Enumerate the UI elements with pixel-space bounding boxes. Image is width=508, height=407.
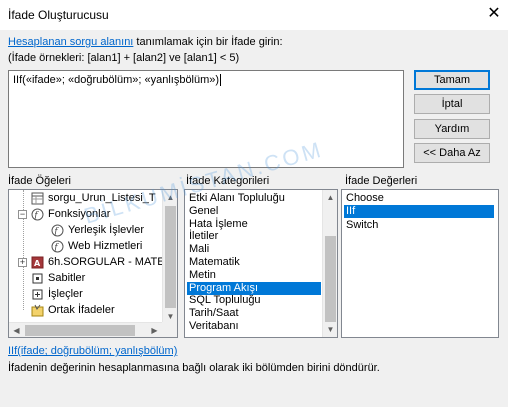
- tree-horizontal-scrollbar[interactable]: ◀ ▶: [9, 322, 162, 337]
- tree-line: [23, 190, 24, 310]
- expression-text: IIf(«ifade»; «doğrubölüm»; «yanlışbölüm»…: [13, 74, 220, 86]
- access-database-icon: A: [31, 256, 44, 269]
- operators-icon: [32, 289, 43, 300]
- expand-icon[interactable]: +: [18, 258, 27, 267]
- value-item[interactable]: Choose: [344, 192, 494, 205]
- categories-list[interactable]: Etki Alanı Topluluğu Genel Hata İşleme İlet…: [184, 189, 338, 338]
- expression-input[interactable]: IIf(«ifade»; «doğrubölüm»; «yanlışbölüm»…: [8, 70, 404, 168]
- svg-text:A: A: [34, 259, 41, 268]
- scroll-thumb[interactable]: [325, 236, 336, 322]
- function-description: İfadenin değerinin hesaplanmasına bağlı …: [8, 362, 380, 374]
- category-item[interactable]: Program Akışı: [187, 281, 321, 295]
- elements-label: İfade Öğeleri: [8, 175, 71, 187]
- text-cursor: [220, 74, 225, 86]
- constants-icon: [32, 273, 43, 284]
- scroll-thumb[interactable]: [25, 325, 135, 336]
- category-item[interactable]: Tarih/Saat: [187, 307, 321, 320]
- categories-vertical-scrollbar[interactable]: ▲ ▼: [322, 190, 337, 337]
- value-item[interactable]: IIf: [344, 205, 494, 219]
- category-item[interactable]: Veritabanı: [187, 320, 321, 333]
- values-label: İfade Değerleri: [345, 175, 418, 187]
- close-icon[interactable]: ✕: [484, 4, 504, 24]
- common-expressions-icon: [31, 304, 44, 317]
- scroll-thumb[interactable]: [165, 206, 176, 308]
- computed-field-link[interactable]: Hesaplanan sorgu alanını: [8, 36, 133, 48]
- tree-item-label: Sabitler: [48, 272, 86, 284]
- category-item[interactable]: Mali: [187, 243, 321, 256]
- function-icon: f: [51, 240, 64, 253]
- function-icon: f: [51, 224, 64, 237]
- category-item[interactable]: Hata İşleme: [187, 218, 321, 231]
- category-item[interactable]: Genel: [187, 205, 321, 218]
- tree-vertical-scrollbar[interactable]: ▲ ▼: [162, 190, 177, 324]
- tree-item-label: İşleçler: [48, 288, 83, 300]
- tree-item-label: Web Hizmetleri: [68, 240, 143, 252]
- scroll-left-arrow-icon[interactable]: ◀: [9, 323, 24, 337]
- ok-button[interactable]: Tamam: [414, 70, 490, 90]
- help-button[interactable]: Yardım: [414, 119, 490, 139]
- instructions-text: tanımlamak için bir İfade girin:: [133, 36, 283, 48]
- scroll-up-arrow-icon[interactable]: ▲: [323, 190, 337, 205]
- cancel-button[interactable]: İptal: [414, 94, 490, 114]
- collapse-icon[interactable]: −: [18, 210, 27, 219]
- tree-item-label: Ortak İfadeler: [48, 304, 115, 316]
- scroll-right-arrow-icon[interactable]: ▶: [147, 323, 162, 337]
- examples-text: (İfade örnekleri: [alan1] + [alan2] ve […: [8, 52, 240, 64]
- scroll-corner: [162, 322, 177, 337]
- syntax-link[interactable]: IIf(ifade; doğrubölüm; yanlışbölüm): [8, 345, 177, 357]
- values-list[interactable]: Choose IIf Switch: [341, 189, 499, 338]
- instructions: Hesaplanan sorgu alanını tanımlamak için…: [8, 36, 283, 48]
- query-table-icon: [31, 192, 44, 205]
- category-item[interactable]: İletiler: [187, 230, 321, 243]
- category-item[interactable]: Matematik: [187, 256, 321, 269]
- tree-item-label: Yerleşik İşlevler: [68, 224, 145, 236]
- less-button[interactable]: << Daha Az: [414, 143, 490, 163]
- scroll-down-arrow-icon[interactable]: ▼: [323, 322, 337, 337]
- function-icon: f: [31, 208, 44, 221]
- window-title: İfade Oluşturucusu: [8, 8, 109, 22]
- category-item[interactable]: Metin: [187, 269, 321, 282]
- tree-item-label: 6h.SORGULAR - MATE: [48, 256, 165, 268]
- category-item[interactable]: SQL Topluluğu: [187, 294, 321, 307]
- value-item[interactable]: Switch: [344, 219, 494, 232]
